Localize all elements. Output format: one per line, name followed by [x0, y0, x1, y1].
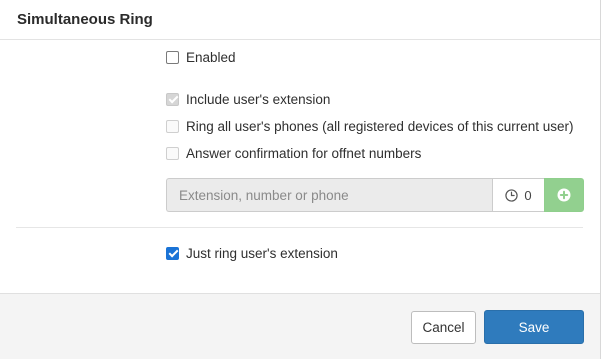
- simultaneous-ring-dialog: Simultaneous Ring Enabled Include user's…: [0, 0, 601, 359]
- include-user-extension-option: Include user's extension: [166, 91, 330, 107]
- destination-input[interactable]: [166, 178, 492, 212]
- title-divider: [0, 39, 600, 40]
- section-divider: [16, 227, 583, 228]
- answer-confirmation-option: Answer confirmation for offnet numbers: [166, 145, 421, 161]
- dialog-title: Simultaneous Ring: [17, 11, 153, 28]
- save-button[interactable]: Save: [484, 310, 584, 344]
- timeout-addon[interactable]: 0: [492, 178, 544, 212]
- timeout-value: 0: [524, 187, 532, 203]
- ring-all-phones-checkbox: [166, 119, 179, 133]
- clock-icon: [505, 188, 519, 202]
- cancel-button[interactable]: Cancel: [411, 311, 476, 344]
- enabled-checkbox[interactable]: [166, 50, 179, 64]
- ring-all-phones-label: Ring all user's phones (all registered d…: [186, 118, 574, 134]
- add-destination-button[interactable]: [544, 178, 584, 212]
- answer-confirmation-label: Answer confirmation for offnet numbers: [186, 145, 422, 161]
- enabled-label: Enabled: [186, 49, 236, 65]
- include-user-extension-label: Include user's extension: [186, 91, 331, 107]
- just-ring-extension-option[interactable]: Just ring user's extension: [166, 245, 338, 261]
- just-ring-extension-label: Just ring user's extension: [186, 245, 338, 261]
- dialog-footer: Cancel Save: [0, 293, 600, 359]
- ring-all-phones-option: Ring all user's phones (all registered d…: [166, 118, 574, 134]
- just-ring-extension-checkbox[interactable]: [166, 246, 179, 260]
- destination-input-group: 0: [166, 178, 584, 212]
- include-user-extension-checkbox: [166, 92, 179, 106]
- enabled-option[interactable]: Enabled: [166, 49, 236, 65]
- plus-circle-icon: [557, 188, 571, 202]
- answer-confirmation-checkbox: [166, 146, 179, 160]
